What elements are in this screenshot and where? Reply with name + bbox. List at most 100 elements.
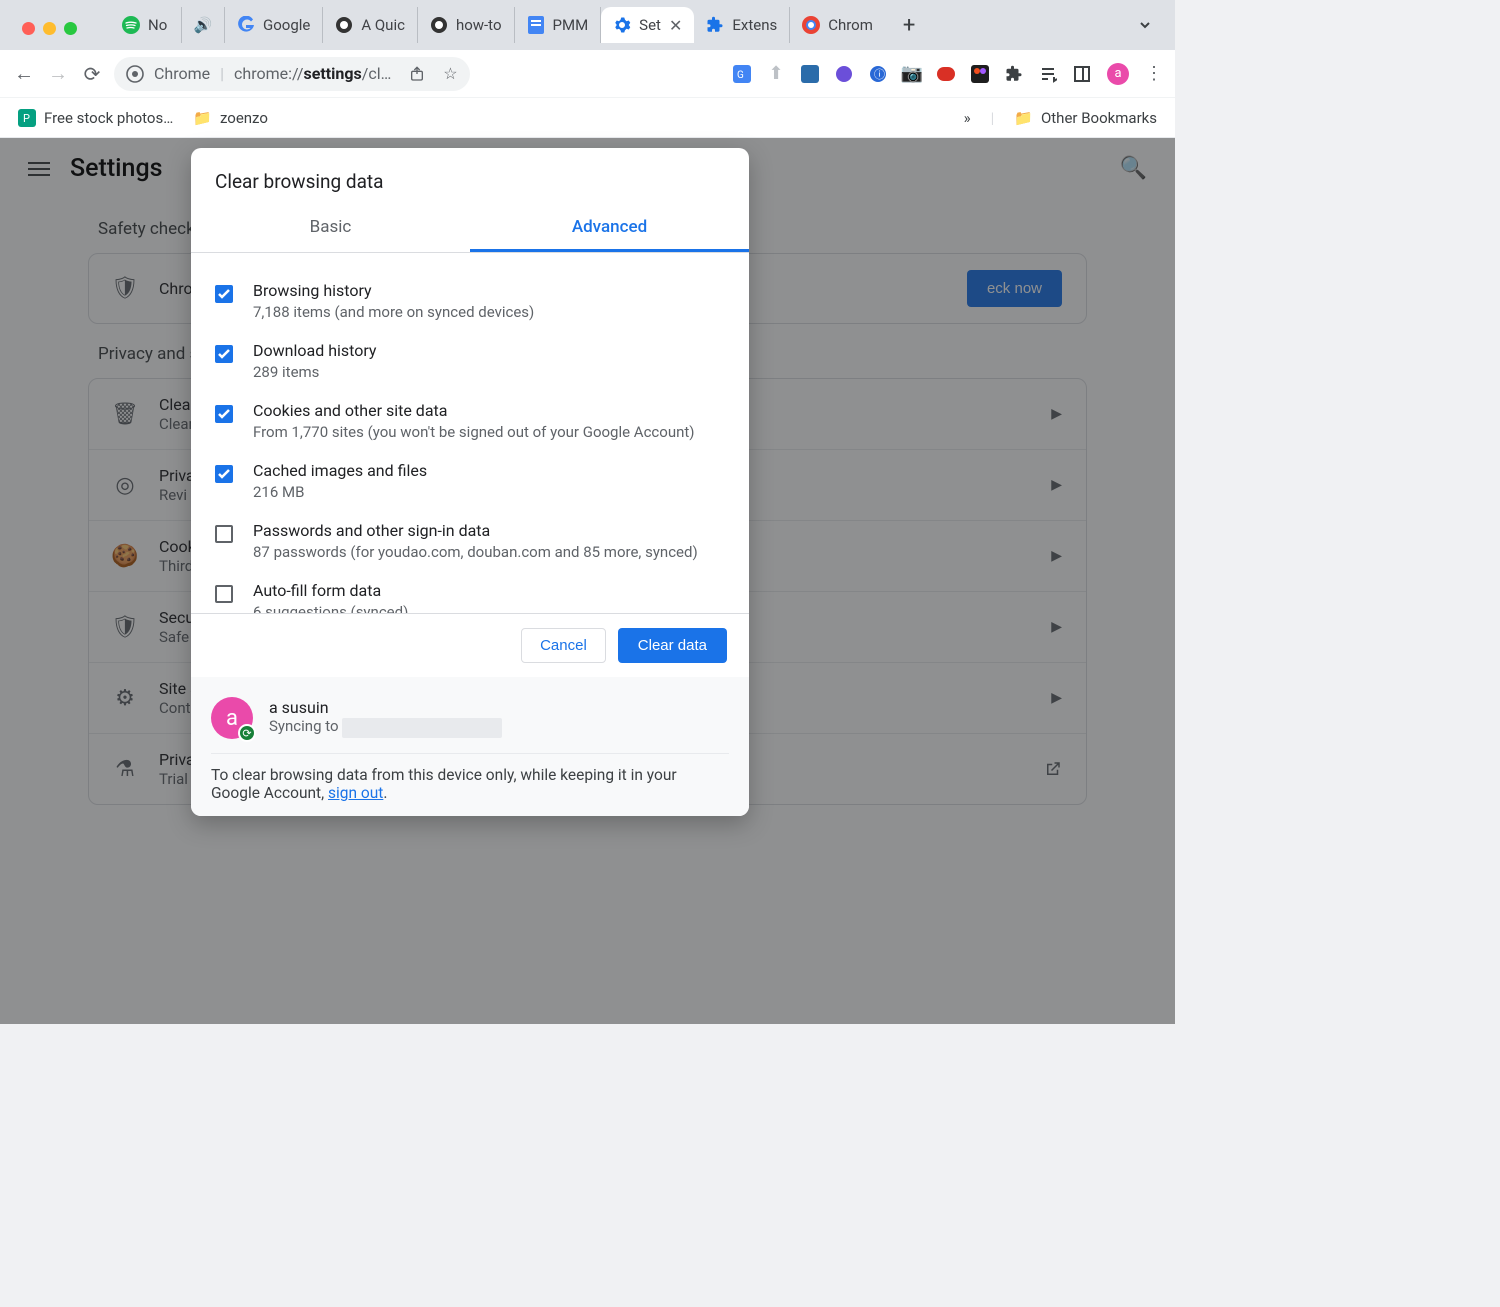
- tab-basic[interactable]: Basic: [191, 205, 470, 252]
- tab-google[interactable]: Google: [225, 7, 323, 43]
- other-bookmarks[interactable]: 📁 Other Bookmarks: [1014, 109, 1157, 127]
- bookmark-star-icon[interactable]: ☆: [443, 64, 457, 83]
- chrome-scheme-icon: [126, 65, 144, 83]
- gear-icon: [613, 16, 631, 34]
- spotify-icon: [122, 16, 140, 34]
- redacted-email: [342, 718, 502, 738]
- checkbox[interactable]: [215, 465, 233, 483]
- profile-avatar[interactable]: a: [1107, 63, 1129, 85]
- checkbox[interactable]: [215, 585, 233, 603]
- option-title: Download history: [253, 341, 377, 360]
- tab-pmm[interactable]: PMM: [515, 7, 602, 43]
- tab-aquick[interactable]: A Quic: [323, 7, 418, 43]
- clear-data-button[interactable]: Clear data: [618, 628, 727, 663]
- option-title: Auto-fill form data: [253, 581, 408, 600]
- svg-text:P: P: [23, 112, 30, 125]
- tab-spotify[interactable]: No: [110, 7, 182, 43]
- minimize-window-icon[interactable]: [43, 22, 56, 35]
- option-row: Passwords and other sign-in data 87 passw…: [215, 511, 725, 571]
- bookmarks-bar: P Free stock photos… 📁 zoenzo » | 📁 Othe…: [0, 98, 1175, 138]
- kebab-menu-icon[interactable]: ⋮: [1145, 65, 1163, 83]
- tab-howto[interactable]: how-to: [418, 7, 515, 43]
- checkbox[interactable]: [215, 525, 233, 543]
- address-bar[interactable]: Chrome | chrome://settings/cl… ☆: [114, 57, 470, 91]
- svg-text:ⓘ: ⓘ: [874, 68, 885, 81]
- camera-ext-icon[interactable]: 📷: [903, 65, 921, 83]
- option-row: Browsing history 7,188 items (and more on…: [215, 271, 725, 331]
- speaker-icon: 🔊: [194, 16, 212, 34]
- tab-label: A Quic: [361, 16, 405, 34]
- share-icon[interactable]: [409, 66, 425, 82]
- close-tab-icon[interactable]: ✕: [669, 16, 682, 35]
- figma-ext-icon[interactable]: [971, 65, 989, 83]
- cancel-button[interactable]: Cancel: [521, 628, 606, 663]
- globe-icon: [430, 16, 448, 34]
- option-title: Passwords and other sign-in data: [253, 521, 698, 540]
- forward-button[interactable]: →: [46, 61, 70, 86]
- tab-search-icon[interactable]: [1129, 17, 1161, 33]
- globe-icon: [335, 16, 353, 34]
- option-subtitle: 289 items: [253, 363, 377, 381]
- option-title: Browsing history: [253, 281, 534, 300]
- puzzle-icon: [706, 16, 724, 34]
- option-subtitle: 7,188 items (and more on synced devices): [253, 303, 534, 321]
- dialog-title: Clear browsing data: [191, 148, 749, 205]
- folder-icon: 📁: [193, 109, 212, 127]
- tab-advanced[interactable]: Advanced: [470, 205, 749, 252]
- bookmark-pexels[interactable]: P Free stock photos…: [18, 109, 173, 127]
- reload-button[interactable]: ⟳: [80, 62, 104, 86]
- bookmarks-overflow[interactable]: »: [964, 109, 971, 127]
- ext-icon-2[interactable]: [835, 65, 853, 83]
- tab-extensions[interactable]: Extens: [694, 7, 790, 43]
- pexels-icon: P: [18, 109, 36, 127]
- chrome-icon: [802, 16, 820, 34]
- ext-icon-4[interactable]: [937, 65, 955, 83]
- sign-out-link[interactable]: sign out: [328, 784, 383, 802]
- back-button[interactable]: ←: [12, 61, 36, 86]
- account-avatar: a⟳: [211, 697, 253, 739]
- checkbox[interactable]: [215, 405, 233, 423]
- option-subtitle: 87 passwords (for youdao.com, douban.com…: [253, 543, 698, 561]
- tab-label: No: [148, 16, 167, 34]
- translate-ext-icon[interactable]: G: [733, 65, 751, 83]
- tab-label: Extens: [732, 16, 777, 34]
- google-icon: [237, 16, 255, 34]
- maximize-window-icon[interactable]: [64, 22, 77, 35]
- clear-browsing-data-dialog: Clear browsing data Basic Advanced Brows…: [191, 148, 749, 816]
- extensions-icon[interactable]: [1005, 65, 1023, 83]
- upload-ext-icon[interactable]: ⬆: [767, 65, 785, 83]
- option-subtitle: From 1,770 sites (you won't be signed ou…: [253, 423, 695, 441]
- ext-icon-1[interactable]: [801, 65, 819, 83]
- docs-icon: [527, 16, 545, 34]
- tab-audio[interactable]: 🔊: [182, 7, 225, 43]
- option-row: Cached images and files 216 MB: [215, 451, 725, 511]
- ext-icon-3[interactable]: ⓘ: [869, 65, 887, 83]
- svg-text:G: G: [737, 70, 744, 81]
- footer-message: To clear browsing data from this device …: [211, 754, 729, 802]
- side-panel-icon[interactable]: [1073, 65, 1091, 83]
- option-row: Cookies and other site dataFrom 1,770 si…: [215, 391, 725, 451]
- close-window-icon[interactable]: [22, 22, 35, 35]
- bookmark-zoenzo[interactable]: 📁 zoenzo: [193, 109, 268, 127]
- option-subtitle: 6 suggestions (synced): [253, 603, 408, 613]
- new-tab-button[interactable]: +: [893, 13, 925, 38]
- tab-label: how-to: [456, 16, 502, 34]
- tab-chrome[interactable]: Chrom: [790, 7, 885, 43]
- folder-icon: 📁: [1014, 109, 1033, 127]
- syncing-label: Syncing to: [269, 717, 339, 735]
- option-subtitle: 216 MB: [253, 483, 427, 501]
- sync-badge-icon: ⟳: [238, 724, 256, 742]
- url-scheme: Chrome: [154, 64, 210, 83]
- option-row: Auto-fill form data 6 suggestions (synced…: [215, 571, 725, 613]
- tab-label: PMM: [553, 16, 589, 34]
- window-controls[interactable]: [22, 22, 77, 35]
- reading-list-icon[interactable]: [1039, 65, 1057, 83]
- tab-label: Google: [263, 16, 310, 34]
- tab-settings[interactable]: Set ✕: [601, 7, 694, 43]
- tab-label: Chrom: [828, 16, 873, 34]
- option-row: Download history 289 items: [215, 331, 725, 391]
- tab-label: Set: [639, 16, 661, 34]
- checkbox[interactable]: [215, 345, 233, 363]
- option-title: Cached images and files: [253, 461, 427, 480]
- checkbox[interactable]: [215, 285, 233, 303]
